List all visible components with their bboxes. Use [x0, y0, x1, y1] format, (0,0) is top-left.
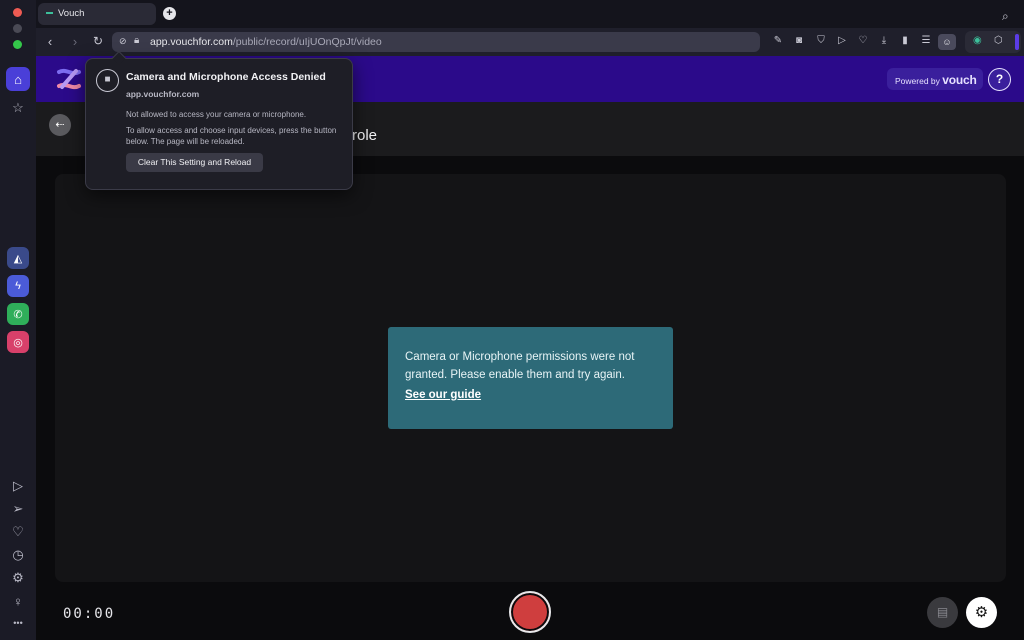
extension-cube-icon[interactable]: ⬡ — [994, 35, 1003, 46]
powered-prefix: Powered by — [895, 76, 940, 86]
battery-icon[interactable]: ▮ — [898, 35, 912, 46]
app-icon[interactable]: ◭ — [7, 247, 29, 269]
help-button[interactable]: ? — [988, 68, 1011, 91]
messenger-icon[interactable]: ϟ — [7, 275, 29, 297]
play-icon[interactable]: ▷ — [835, 35, 849, 46]
history-icon[interactable]: ◷ — [6, 543, 30, 567]
company-logo — [57, 68, 81, 90]
gear-icon[interactable]: ⚙ — [6, 566, 30, 590]
camera-icon[interactable]: ◙ — [792, 35, 806, 46]
powered-by-badge[interactable]: Powered by vouch — [887, 68, 983, 90]
url-path: /public/record/uIjUOnQpJt/video — [232, 36, 382, 48]
permission-notice: Camera or Microphone permissions were no… — [388, 327, 673, 429]
address-bar[interactable]: ⊘ 🔒︎ app.vouchfor.com/public/record/uIjU… — [112, 32, 760, 52]
search-icon[interactable]: ⌕ — [1002, 9, 1009, 24]
forward-icon[interactable]: › — [67, 34, 83, 49]
star-icon[interactable]: ☆ — [6, 96, 30, 120]
sidebar-toggle-indicator[interactable] — [1015, 34, 1019, 50]
new-tab-button[interactable]: + — [163, 7, 176, 20]
reload-icon[interactable]: ↻ — [90, 34, 106, 48]
instagram-icon[interactable]: ◎ — [7, 331, 29, 353]
send-icon[interactable]: ➢ — [6, 497, 30, 521]
settings-button[interactable]: ⚙ — [966, 597, 997, 628]
record-button[interactable] — [509, 591, 551, 633]
powered-brand: vouch — [942, 73, 977, 87]
popup-instructions: To allow access and choose input devices… — [126, 126, 337, 146]
more-icon[interactable]: ••• — [6, 611, 30, 635]
download-icon[interactable]: ⤓ — [877, 35, 891, 46]
tab-favicon-icon — [46, 12, 53, 15]
guide-link[interactable]: See our guide — [405, 389, 481, 401]
whatsapp-icon[interactable]: ✆ — [7, 303, 29, 325]
popup-host: app.vouchfor.com — [126, 89, 200, 99]
edit-icon[interactable]: ✎ — [771, 35, 785, 46]
tips-icon[interactable]: ♀ — [6, 589, 30, 613]
camera-blocked-icon[interactable]: ⊘ — [119, 36, 127, 47]
shield-icon[interactable]: ⛉ — [814, 35, 828, 46]
notes-button[interactable]: ▤ — [927, 597, 958, 628]
tab-title: Vouch — [58, 8, 85, 19]
zoom-window-button[interactable] — [13, 40, 22, 49]
player-icon[interactable]: ▷ — [6, 474, 30, 498]
back-icon[interactable]: ‹ — [42, 34, 58, 49]
popup-message: Not allowed to access your camera or mic… — [126, 110, 307, 119]
minimize-window-button[interactable] — [13, 24, 22, 33]
notice-text: Camera or Microphone permissions were no… — [405, 351, 635, 381]
close-window-button[interactable] — [13, 8, 22, 17]
heart-icon[interactable]: ♡ — [6, 520, 30, 544]
extensions-group: ◉ ⬡ — [965, 31, 1021, 53]
tab-bar — [36, 0, 1024, 28]
clear-setting-reload-button[interactable]: Clear This Setting and Reload — [126, 153, 263, 172]
heart-icon[interactable]: ♡ — [856, 35, 870, 46]
popup-title: Camera and Microphone Access Denied — [126, 71, 326, 83]
lock-icon: 🔒︎ — [134, 35, 140, 46]
page-title: role — [352, 127, 378, 144]
url-host: app.vouchfor.com — [150, 36, 233, 48]
tab-vouch[interactable]: Vouch — [38, 3, 156, 25]
profile-icon[interactable]: ☺ — [938, 34, 956, 50]
home-icon[interactable]: ⌂ — [6, 67, 30, 91]
recording-timer: 00:00 — [63, 606, 116, 622]
extension-player-icon[interactable]: ◉ — [973, 35, 982, 46]
video-camera-icon: ■ — [96, 69, 119, 92]
back-button[interactable]: ⇠ — [49, 114, 71, 136]
settings-sliders-icon[interactable]: ☰ — [919, 35, 933, 46]
